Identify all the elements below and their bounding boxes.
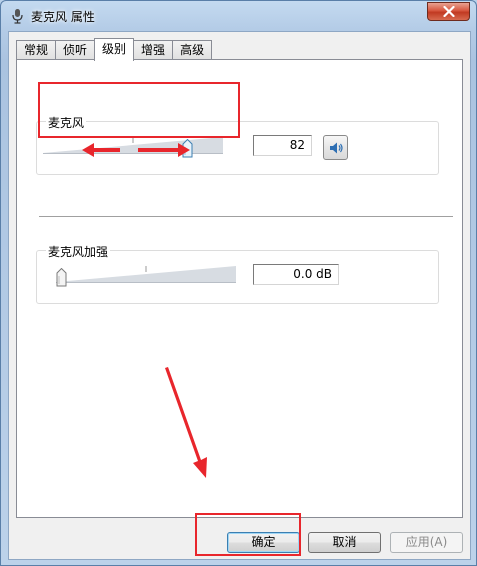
microphone-mute-button[interactable] xyxy=(323,135,348,160)
boost-group: 麦克风加强 0.0 dB xyxy=(36,243,439,304)
ok-button[interactable]: 确定 xyxy=(227,532,300,553)
microphone-label: 麦克风 xyxy=(46,114,87,131)
dialog-client: 常规 侦听 级别 增强 高级 麦克风 82 麦克风加强 0.0 dB 确定 取消… xyxy=(8,31,471,560)
boost-slider[interactable] xyxy=(56,262,236,287)
tab-listen[interactable]: 侦听 xyxy=(55,40,96,60)
levels-panel: 麦克风 82 麦克风加强 0.0 dB xyxy=(16,59,463,518)
boost-label: 麦克风加强 xyxy=(46,243,111,260)
tab-enhancements[interactable]: 增强 xyxy=(133,40,174,60)
microphone-level-field[interactable]: 82 xyxy=(253,135,312,156)
microphone-slider-thumb[interactable] xyxy=(182,139,193,158)
boost-level-field[interactable]: 0.0 dB xyxy=(253,264,339,285)
apply-button[interactable]: 应用(A) xyxy=(390,532,463,553)
speaker-icon xyxy=(329,142,343,153)
microphone-group: 麦克风 82 xyxy=(36,114,439,175)
title-bar[interactable]: 麦克风 属性 xyxy=(1,1,476,31)
tab-advanced[interactable]: 高级 xyxy=(172,40,213,60)
close-button[interactable] xyxy=(427,2,470,21)
window-title: 麦克风 属性 xyxy=(31,10,95,24)
section-divider xyxy=(39,216,453,218)
microphone-slider[interactable] xyxy=(43,133,223,158)
properties-window: 麦克风 属性 常规 侦听 级别 增强 高级 麦克风 82 麦克风加强 0.0 d… xyxy=(0,0,477,566)
tab-levels[interactable]: 级别 xyxy=(94,38,135,61)
microphone-icon xyxy=(9,8,25,24)
tab-strip: 常规 侦听 级别 增强 高级 xyxy=(16,38,213,61)
close-icon xyxy=(442,6,455,17)
boost-slider-thumb[interactable] xyxy=(56,268,67,287)
tab-general[interactable]: 常规 xyxy=(16,40,57,60)
cancel-button[interactable]: 取消 xyxy=(308,532,381,553)
